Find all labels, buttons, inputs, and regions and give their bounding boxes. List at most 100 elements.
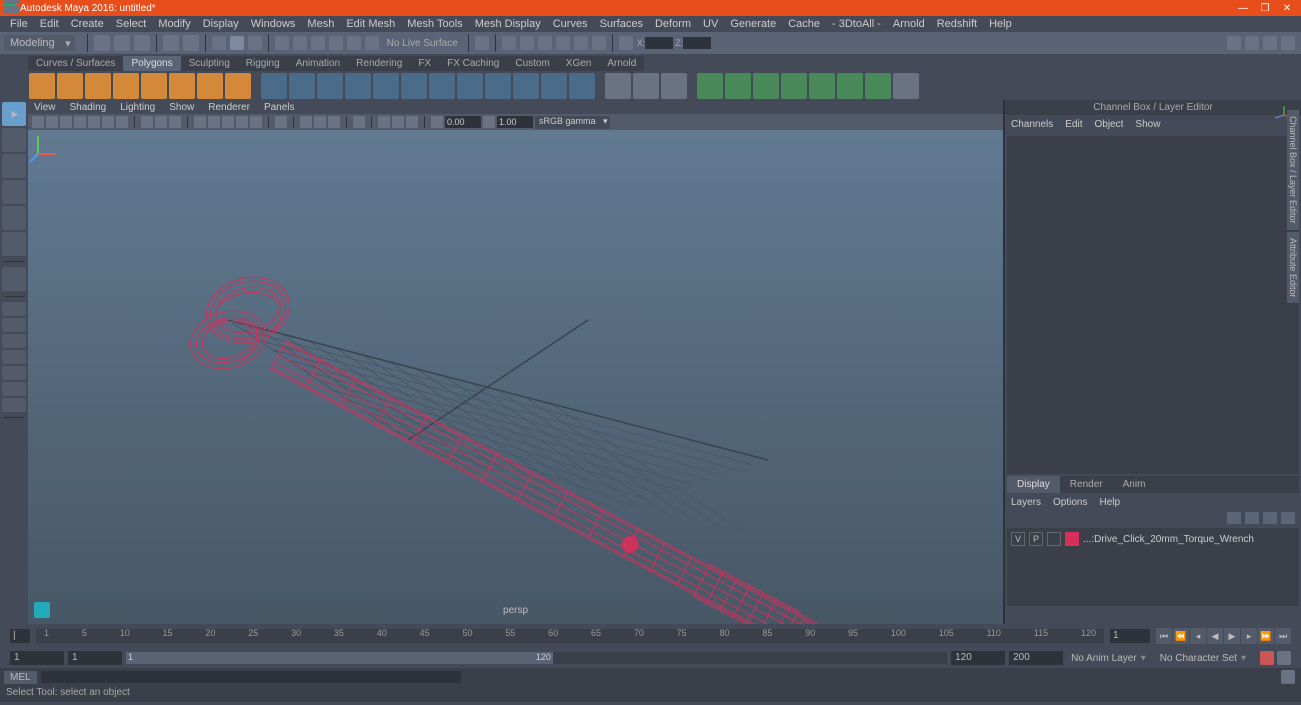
create-poly-icon[interactable] [809,73,835,99]
outliner-persp-icon[interactable] [2,366,26,380]
layer-move-down-icon[interactable] [1245,512,1259,524]
menu-generate[interactable]: Generate [724,18,782,30]
menu-surfaces[interactable]: Surfaces [594,18,649,30]
two-stacked-view-icon[interactable] [2,350,26,364]
quick-render-icon[interactable] [502,36,516,50]
vp-xray-icon[interactable] [300,116,312,128]
vp-2d-icon[interactable] [88,116,100,128]
poly-platonic-icon[interactable] [225,73,251,99]
vp-isolate-icon[interactable] [275,116,287,128]
layer-visible-toggle[interactable]: V [1011,532,1025,546]
vp-menu-lighting[interactable]: Lighting [120,102,155,113]
snap-grid-icon[interactable] [275,36,289,50]
maximize-button[interactable]: ❐ [1255,1,1275,15]
side-tab-attribute-editor[interactable]: Attribute Editor [1287,232,1299,304]
new-scene-icon[interactable] [94,35,110,51]
snap-curve-icon[interactable] [293,36,307,50]
layer-name[interactable]: ...:Drive_Click_20mm_Torque_Wrench [1083,534,1254,545]
timeline-end-field[interactable]: 1 [1110,629,1150,643]
vp-menu-shading[interactable]: Shading [70,102,107,113]
connect-icon[interactable] [569,73,595,99]
menu-edit[interactable]: Edit [34,18,65,30]
vp-textured-icon[interactable] [222,116,234,128]
lasso-tool[interactable] [2,128,26,152]
save-scene-icon[interactable] [134,35,150,51]
rp-tab-edit[interactable]: Edit [1065,119,1082,130]
poly-cylinder-icon[interactable] [85,73,111,99]
menu-mesh-tools[interactable]: Mesh Tools [401,18,468,30]
combine-icon[interactable] [317,73,343,99]
menu-redshift[interactable]: Redshift [931,18,983,30]
layer-opt-options[interactable]: Options [1053,497,1087,508]
insert-edge-icon[interactable] [513,73,539,99]
redo-icon[interactable] [183,35,199,51]
shelf-tab-arnold[interactable]: Arnold [599,56,644,71]
vp-exposure-input[interactable] [445,116,481,128]
layer-tab-display[interactable]: Display [1007,476,1060,493]
vp-shaded-icon[interactable] [208,116,220,128]
render-settings-icon[interactable] [538,36,552,50]
menu-modify[interactable]: Modify [152,18,196,30]
quad-draw-icon[interactable] [781,73,807,99]
range-start-outer[interactable]: 1 [10,651,64,665]
vp-film-gate-icon[interactable] [116,116,128,128]
go-start-button[interactable]: ⏮ [1156,628,1172,644]
snap-point-icon[interactable] [311,36,325,50]
step-fwd-button[interactable]: ⏩ [1258,628,1274,644]
shelf-tab-fx[interactable]: FX [410,56,439,71]
vp-lights-icon[interactable] [236,116,248,128]
scale-tool[interactable] [2,232,26,256]
prev-key-button[interactable]: ◂ [1190,628,1206,644]
bool-union-icon[interactable] [697,73,723,99]
menu--3dtoall-[interactable]: - 3DtoAll - [826,18,887,30]
menu-mesh-display[interactable]: Mesh Display [469,18,547,30]
cmd-lang-label[interactable]: MEL [4,671,37,684]
move-tool[interactable] [2,180,26,204]
close-button[interactable]: ✕ [1277,1,1297,15]
shelf-tab-custom[interactable]: Custom [507,56,557,71]
mirror-icon[interactable] [633,73,659,99]
layer-opt-layers[interactable]: Layers [1011,497,1041,508]
attribute-editor-icon[interactable] [1245,36,1259,50]
vp-gamma-icon[interactable] [431,116,443,128]
play-fwd-button[interactable]: ▶ [1224,628,1240,644]
range-end-outer[interactable]: 200 [1009,651,1063,665]
next-key-button[interactable]: ▸ [1241,628,1257,644]
viewport[interactable]: persp [28,130,1003,624]
bool-intersect-icon[interactable] [753,73,779,99]
multicut-icon[interactable] [457,73,483,99]
bool-diff-icon[interactable] [725,73,751,99]
smooth-icon[interactable] [605,73,631,99]
vp-ao-icon[interactable] [328,116,340,128]
rp-tab-show[interactable]: Show [1135,119,1160,130]
play-back-button[interactable]: ◀ [1207,628,1223,644]
layer-new-selected-icon[interactable] [1281,512,1295,524]
poly-cone-icon[interactable] [113,73,139,99]
hypershade-icon[interactable] [574,36,588,50]
single-view-icon[interactable] [2,302,26,316]
vp-grid-icon[interactable] [102,116,114,128]
vp-gate-mask-icon[interactable] [155,116,167,128]
menu-mesh[interactable]: Mesh [301,18,340,30]
poly-torus-icon[interactable] [141,73,167,99]
vp-wireframe-icon[interactable] [194,116,206,128]
step-back-button[interactable]: ⏪ [1173,628,1189,644]
select-mode-icon[interactable] [212,36,226,50]
coord-z-input[interactable] [683,37,711,49]
extrude-icon[interactable] [373,73,399,99]
character-set-dropdown[interactable]: No Character Set [1156,652,1252,665]
vp-aa-icon[interactable] [392,116,404,128]
select-tool[interactable]: ➤ [2,102,26,126]
anim-layer-dropdown[interactable]: No Anim Layer [1067,652,1152,665]
shelf-tab-fx-caching[interactable]: FX Caching [439,56,507,71]
target-weld-icon[interactable] [485,73,511,99]
vp-field-chart-icon[interactable] [169,116,181,128]
vp-menu-view[interactable]: View [34,102,56,113]
channel-box-icon[interactable] [1281,36,1295,50]
vp-motion-blur-icon[interactable] [353,116,365,128]
tool-settings-icon[interactable] [1263,36,1277,50]
four-view-icon[interactable] [2,318,26,332]
shelf-tab-polygons[interactable]: Polygons [123,56,180,71]
layer-playback-toggle[interactable]: P [1029,532,1043,546]
crease-icon[interactable] [865,73,891,99]
